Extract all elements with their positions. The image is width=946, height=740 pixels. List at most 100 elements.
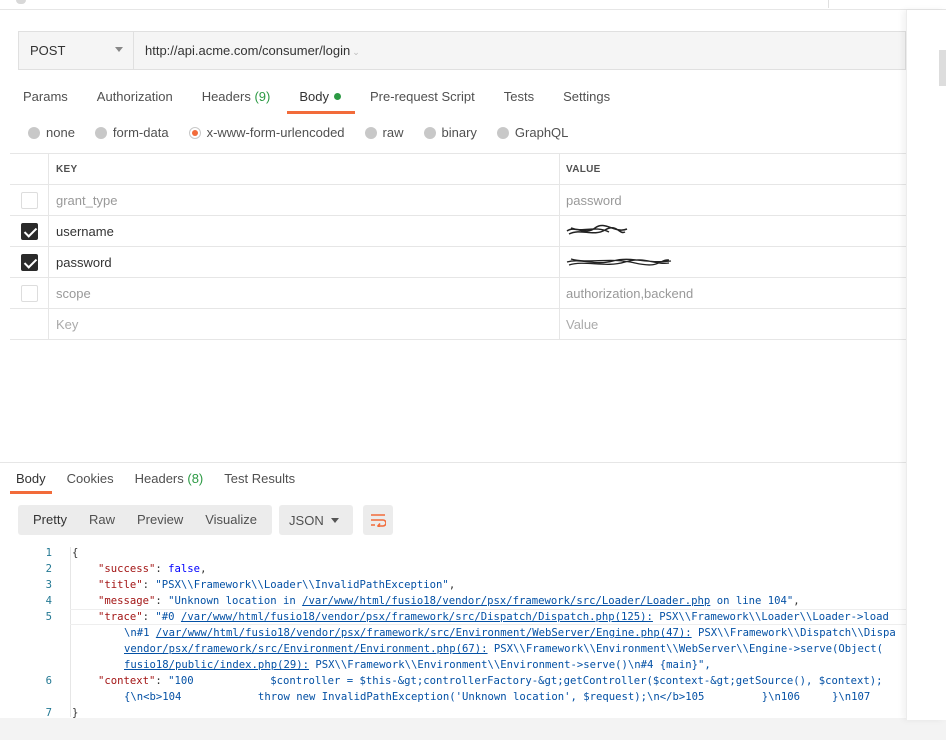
check-cell [10,185,49,215]
value-input[interactable]: Value [560,317,946,332]
top-strip [0,0,946,10]
url-text: http://api.acme.com/consumer/login [145,43,351,58]
table-row: grant_type password [10,185,946,216]
status-bar [0,718,946,740]
row-checkbox[interactable] [20,253,38,271]
tab-tests[interactable]: Tests [504,83,534,113]
radio-binary[interactable]: binary [423,125,477,140]
tab-body[interactable]: Body [287,83,355,114]
radio-icon [496,126,509,139]
radio-label: GraphQL [514,125,569,140]
request-bar: POST http://api.acme.com/consumer/login ⌄ [18,31,906,70]
tab-cookies[interactable]: Cookies [67,466,114,493]
tab-test-results[interactable]: Test Results [224,466,295,493]
tab-response-body[interactable]: Body [10,466,52,494]
scroll-thumb[interactable] [939,50,946,86]
radio-label: x-www-form-urlencoded [206,125,345,140]
key-cell[interactable]: password [49,247,560,277]
view-mode-bar: Pretty Raw Preview Visualize JSON [18,505,394,535]
wrap-lines-icon [371,514,387,527]
radio-none[interactable]: none [28,125,75,140]
radio-form-data[interactable]: form-data [94,125,169,140]
tab-label: Body [299,89,329,104]
body-type-radios: none form-data x-www-form-urlencoded raw… [28,125,588,140]
chevron-down-icon [115,47,123,52]
tab-label: Headers [134,471,184,486]
row-checkbox[interactable] [20,284,38,302]
radio-selected-icon [188,126,201,139]
url-input[interactable]: http://api.acme.com/consumer/login ⌄ [134,43,360,58]
visualize-button[interactable]: Visualize [194,505,268,535]
tab-label: Authorization [96,89,173,104]
check-cell [10,247,49,277]
code-line: { [72,547,79,559]
code-line: "success": false, [98,563,207,575]
tab-headers[interactable]: Headers (9) [202,83,271,113]
value-column-header: VALUE [566,163,601,175]
line-number: 1 [45,547,52,559]
request-tabs: Params Authorization Headers (9) Body Pr… [23,83,639,114]
right-side-panel [906,10,946,720]
tab-response-headers[interactable]: Headers (8) [135,466,204,493]
radio-x-www-form-urlencoded[interactable]: x-www-form-urlencoded [188,125,345,140]
tab-label: Body [16,471,46,486]
raw-button[interactable]: Raw [78,505,126,535]
key-cell[interactable]: scope [49,278,560,308]
line-number: 2 [45,563,52,575]
key-value-table: KEY VALUE grant_type password username p… [10,153,946,340]
pretty-button[interactable]: Pretty [22,505,78,535]
check-cell [10,309,49,339]
headers-count: (9) [254,89,271,104]
tab-params[interactable]: Params [23,83,68,113]
pane-divider[interactable] [0,462,906,463]
format-label: JSON [289,512,324,528]
code-line: \n#1 /var/www/html/fusio18/vendor/psx/fr… [124,627,896,639]
radio-icon [94,126,107,139]
postman-window: POST http://api.acme.com/consumer/login ⌄… [0,0,946,740]
tab-pre-request-script[interactable]: Pre-request Script [370,83,475,113]
format-select[interactable]: JSON [279,505,354,535]
radio-graphql[interactable]: GraphQL [496,125,569,140]
table-row: username [10,216,946,247]
line-number: 6 [45,675,52,687]
method-select[interactable]: POST [19,32,134,69]
redaction-scribble [566,258,672,266]
tab-authorization[interactable]: Authorization [97,83,173,113]
indent-guide [70,547,71,717]
line-number: 5 [45,611,52,623]
table-row: password [10,247,946,278]
check-cell [10,216,49,246]
tab-settings[interactable]: Settings [563,83,610,113]
view-mode-group: Pretty Raw Preview Visualize [18,505,273,535]
table-row: scope authorization,backend [10,278,946,309]
wrap-lines-button[interactable] [363,505,394,535]
radio-icon [28,126,40,139]
key-cell[interactable]: username [49,216,560,246]
preview-button[interactable]: Preview [126,505,194,535]
code-line: fusio18/public/index.php(29): PSX\\Frame… [124,659,711,671]
key-input[interactable]: Key [49,309,560,339]
response-body-code[interactable]: 1 2 3 4 5 6 7 { "success": false, "title… [0,545,906,720]
tab-label: Settings [563,89,611,104]
response-tabs: Body Cookies Headers (8) Test Results [10,466,316,494]
value-cell[interactable]: password [560,193,946,208]
radio-raw[interactable]: raw [364,125,404,140]
row-checkbox[interactable] [20,191,38,209]
row-checkbox[interactable] [20,222,38,240]
tab-label: Test Results [224,471,296,486]
table-row-new: Key Value [10,309,946,340]
redaction-scribble [566,224,628,235]
key-column-header: KEY [49,154,560,184]
radio-icon [423,126,436,139]
tab-label: Params [23,89,68,104]
radio-icon [364,126,377,139]
code-line: {\n<b>104 throw new InvalidPathException… [124,691,871,703]
key-cell[interactable]: grant_type [49,185,560,215]
value-cell[interactable]: authorization,backend [560,286,946,301]
table-header-row: KEY VALUE [10,154,946,185]
tab-label: Cookies [66,471,114,486]
tab-label: Tests [503,89,535,104]
code-line: "title": "PSX\\Framework\\Loader\\Invali… [98,579,456,591]
check-cell [10,278,49,308]
tab-label: Pre-request Script [369,89,475,104]
